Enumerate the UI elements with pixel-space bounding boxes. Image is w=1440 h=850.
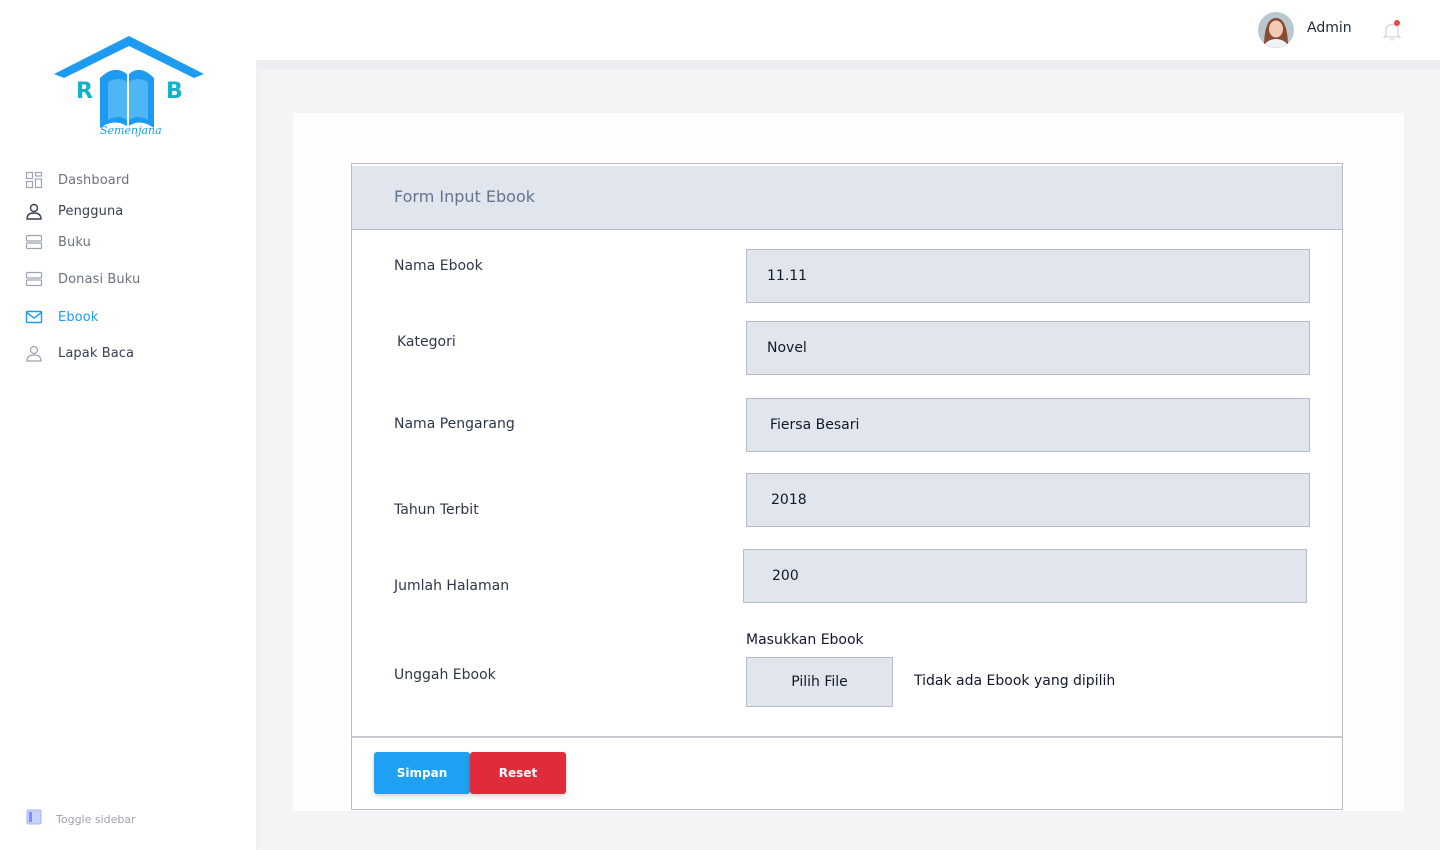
field-label-unggah-ebook: Unggah Ebook (394, 667, 496, 683)
field-label-tahun-terbit: Tahun Terbit (394, 502, 479, 518)
kategori-value: Novel (767, 340, 807, 356)
upload-caption: Masukkan Ebook (746, 632, 864, 648)
sidebar-item-label: Ebook (58, 309, 99, 325)
sidebar-item-label: Lapak Baca (58, 345, 135, 361)
sidebar-item-donasi-buku[interactable]: Donasi Buku (24, 267, 140, 291)
nama-ebook-input[interactable]: 11.11 (746, 249, 1310, 303)
sidebar-item-label: Donasi Buku (58, 271, 141, 287)
user-icon (24, 201, 44, 221)
user-icon (24, 343, 44, 363)
topbar-divider (256, 60, 1440, 69)
svg-text:B: B (166, 79, 183, 104)
mail-icon (24, 307, 44, 327)
field-label-kategori: Kategori (397, 334, 456, 350)
server-stack-icon (24, 269, 44, 289)
form-header: Form Input Ebook (352, 166, 1342, 230)
jumlah-halaman-input[interactable]: 200 (743, 549, 1307, 603)
sidebar: R B Semenjana Dashboard Pengguna Buku Do… (0, 0, 256, 850)
sidebar-item-buku[interactable]: Buku (24, 230, 91, 254)
sidebar-item-lapak-baca[interactable]: Lapak Baca (24, 341, 134, 365)
user-avatar[interactable] (1258, 12, 1294, 48)
reset-button[interactable]: Reset (470, 752, 566, 794)
nama-ebook-value: 11.11 (767, 268, 808, 284)
tahun-terbit-input[interactable]: 2018 (746, 473, 1310, 527)
toggle-sidebar-button[interactable]: Toggle sidebar (26, 809, 136, 829)
jumlah-halaman-value: 200 (772, 568, 799, 584)
user-name[interactable]: Admin (1307, 20, 1352, 36)
svg-text:Semenjana: Semenjana (100, 124, 162, 137)
app-logo[interactable]: R B Semenjana (52, 34, 206, 142)
nama-pengarang-input[interactable]: Fiersa Besari (746, 398, 1310, 452)
toggle-sidebar-label: Toggle sidebar (56, 812, 136, 826)
field-label-jumlah-halaman: Jumlah Halaman (394, 578, 510, 594)
sidebar-toggle-icon (26, 809, 42, 829)
sidebar-item-dashboard[interactable]: Dashboard (24, 168, 129, 192)
field-label-nama-pengarang: Nama Pengarang (394, 416, 515, 432)
form-title: Form Input Ebook (394, 187, 536, 206)
file-status: Tidak ada Ebook yang dipilih (914, 673, 1116, 689)
sidebar-item-label: Buku (58, 234, 91, 250)
sidebar-item-label: Pengguna (58, 203, 124, 219)
dashboard-grid-icon (24, 170, 44, 190)
nama-pengarang-value: Fiersa Besari (770, 417, 860, 433)
server-stack-icon (24, 232, 44, 252)
sidebar-item-pengguna[interactable]: Pengguna (24, 199, 123, 223)
choose-file-button[interactable]: Pilih File (746, 657, 893, 707)
form-footer-divider (351, 736, 1343, 738)
svg-text:R: R (76, 79, 93, 104)
tahun-terbit-value: 2018 (771, 492, 807, 508)
save-button[interactable]: Simpan (374, 752, 470, 794)
kategori-select[interactable]: Novel (746, 321, 1310, 375)
choose-file-label: Pilih File (791, 674, 848, 690)
sidebar-item-ebook[interactable]: Ebook (24, 305, 98, 329)
field-label-nama-ebook: Nama Ebook (394, 258, 483, 274)
sidebar-item-label: Dashboard (58, 172, 130, 188)
bell-icon[interactable] (1382, 20, 1402, 42)
